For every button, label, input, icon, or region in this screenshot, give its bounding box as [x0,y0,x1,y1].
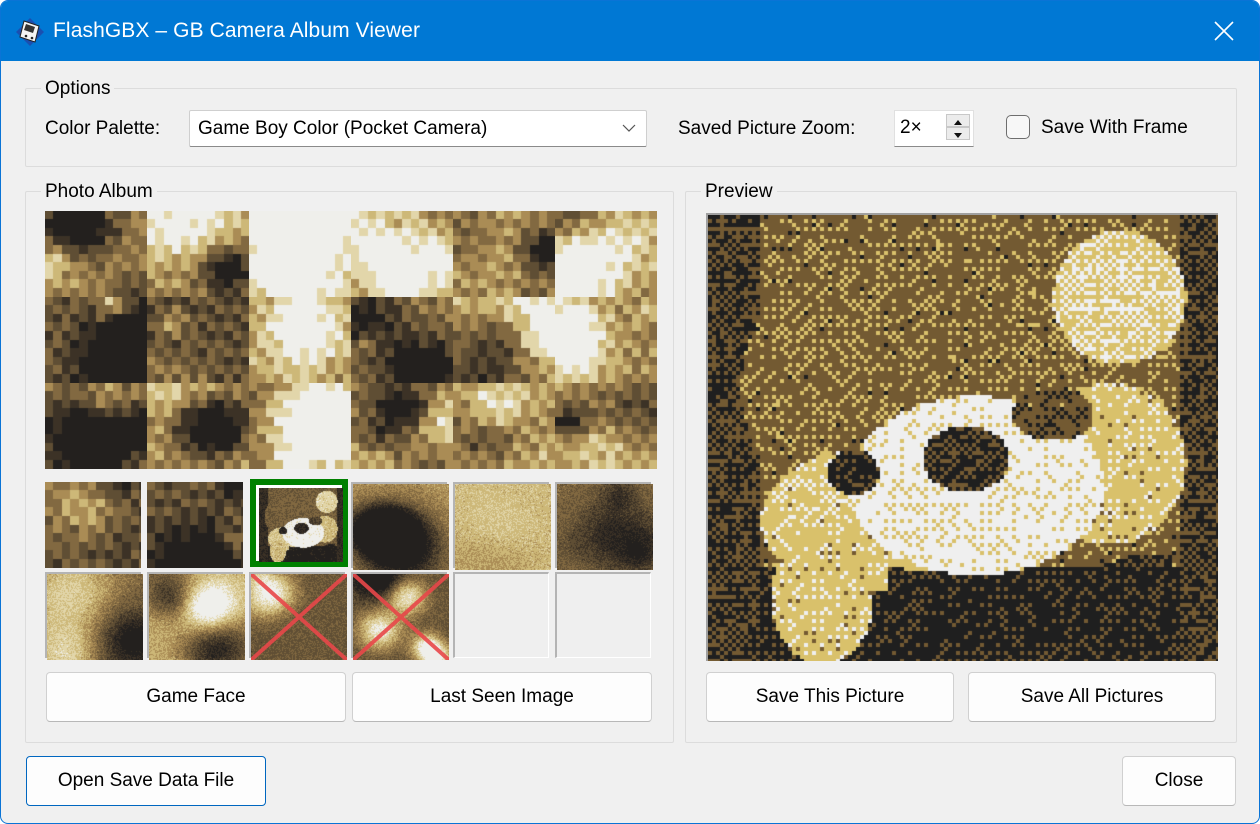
color-palette-label: Color Palette: [45,118,161,139]
thumbnail-image [147,211,249,297]
thumbnail-image [353,574,449,660]
thumbnail-image [351,211,453,297]
thumbnail-image [47,574,143,660]
thumbnail[interactable] [351,211,453,297]
zoom-value: 2× [900,117,922,138]
zoom-label: Saved Picture Zoom: [678,118,856,139]
preview-group-label: Preview [701,181,777,203]
album-viewer-window: FlashGBX – GB Camera Album Viewer Option… [0,0,1260,824]
thumbnail[interactable] [453,383,555,469]
save-this-picture-button[interactable]: Save This Picture [706,672,954,722]
thumbnail-image [45,211,147,297]
preview-canvas [708,215,1218,661]
close-icon[interactable] [1211,18,1237,44]
thumbnail-image [147,383,249,469]
thumbnail-empty[interactable] [555,572,651,658]
thumbnail-image [351,383,453,469]
save-with-frame-label[interactable]: Save With Frame [1041,116,1188,140]
thumbnail-image [147,297,249,383]
thumbnail[interactable] [45,211,147,297]
photo-album-group-label: Photo Album [41,181,157,203]
game-face-button[interactable]: Game Face [46,672,346,722]
open-save-data-file-button[interactable]: Open Save Data File [26,756,266,806]
gameboy-app-icon [16,18,44,46]
close-button[interactable]: Close [1122,756,1236,806]
options-group-label: Options [41,78,115,100]
chevron-down-icon [622,124,636,132]
zoom-up-button[interactable] [946,114,970,127]
thumbnail[interactable] [147,383,249,469]
title-bar: FlashGBX – GB Camera Album Viewer [1,1,1259,61]
thumbnail-deleted[interactable] [351,572,449,660]
thumbnail-image [351,297,453,383]
thumbnail[interactable] [147,211,249,297]
thumbnail[interactable] [453,482,551,570]
thumbnail[interactable] [147,297,249,383]
thumbnail-image [249,297,351,383]
thumbnail[interactable] [45,482,141,568]
thumbnail[interactable] [147,482,243,568]
thumbnail[interactable] [555,482,653,570]
thumbnail-image [45,297,147,383]
thumbnail[interactable] [45,383,147,469]
thumbnail-image [259,488,343,562]
thumbnail-empty[interactable] [453,572,549,658]
thumbnail[interactable] [147,572,245,660]
thumbnail[interactable] [555,297,657,383]
thumbnail-image [453,383,555,469]
thumbnail[interactable] [45,297,147,383]
thumbnail[interactable] [249,211,351,297]
photo-album-grid [45,211,657,660]
thumbnail-image [45,482,141,568]
color-palette-dropdown[interactable]: Game Boy Color (Pocket Camera) [189,110,647,147]
thumbnail[interactable] [555,383,657,469]
thumbnail-image [555,383,657,469]
thumbnail-image [455,484,551,570]
zoom-spinbox[interactable]: 2× [894,110,974,147]
thumbnail-image [555,211,657,297]
thumbnail-selected[interactable] [250,479,348,567]
thumbnail-image [149,574,245,660]
thumbnail-image [453,297,555,383]
arrow-down-icon [954,133,962,138]
thumbnail[interactable] [453,297,555,383]
thumbnail-image [453,211,555,297]
thumbnail[interactable] [351,383,453,469]
thumbnail[interactable] [555,211,657,297]
thumbnail-image [147,482,243,568]
save-all-pictures-button[interactable]: Save All Pictures [968,672,1216,722]
window-title: FlashGBX – GB Camera Album Viewer [53,19,421,42]
thumbnail-image [555,297,657,383]
thumbnail[interactable] [45,572,143,660]
thumbnail-image [251,574,347,660]
thumbnail-image [249,211,351,297]
thumbnail[interactable] [351,297,453,383]
thumbnail[interactable] [249,383,351,469]
thumbnail-image [557,484,653,570]
thumbnail[interactable] [249,297,351,383]
zoom-down-button[interactable] [946,127,970,140]
thumbnail[interactable] [453,211,555,297]
thumbnail-deleted[interactable] [249,572,347,660]
last-seen-image-button[interactable]: Last Seen Image [352,672,652,722]
color-palette-value: Game Boy Color (Pocket Camera) [198,118,488,139]
preview-image [706,213,1218,661]
thumbnail-image [45,383,147,469]
thumbnail-image [353,484,449,570]
thumbnail-image [249,383,351,469]
save-with-frame-checkbox[interactable] [1006,115,1030,139]
thumbnail[interactable] [351,482,449,570]
